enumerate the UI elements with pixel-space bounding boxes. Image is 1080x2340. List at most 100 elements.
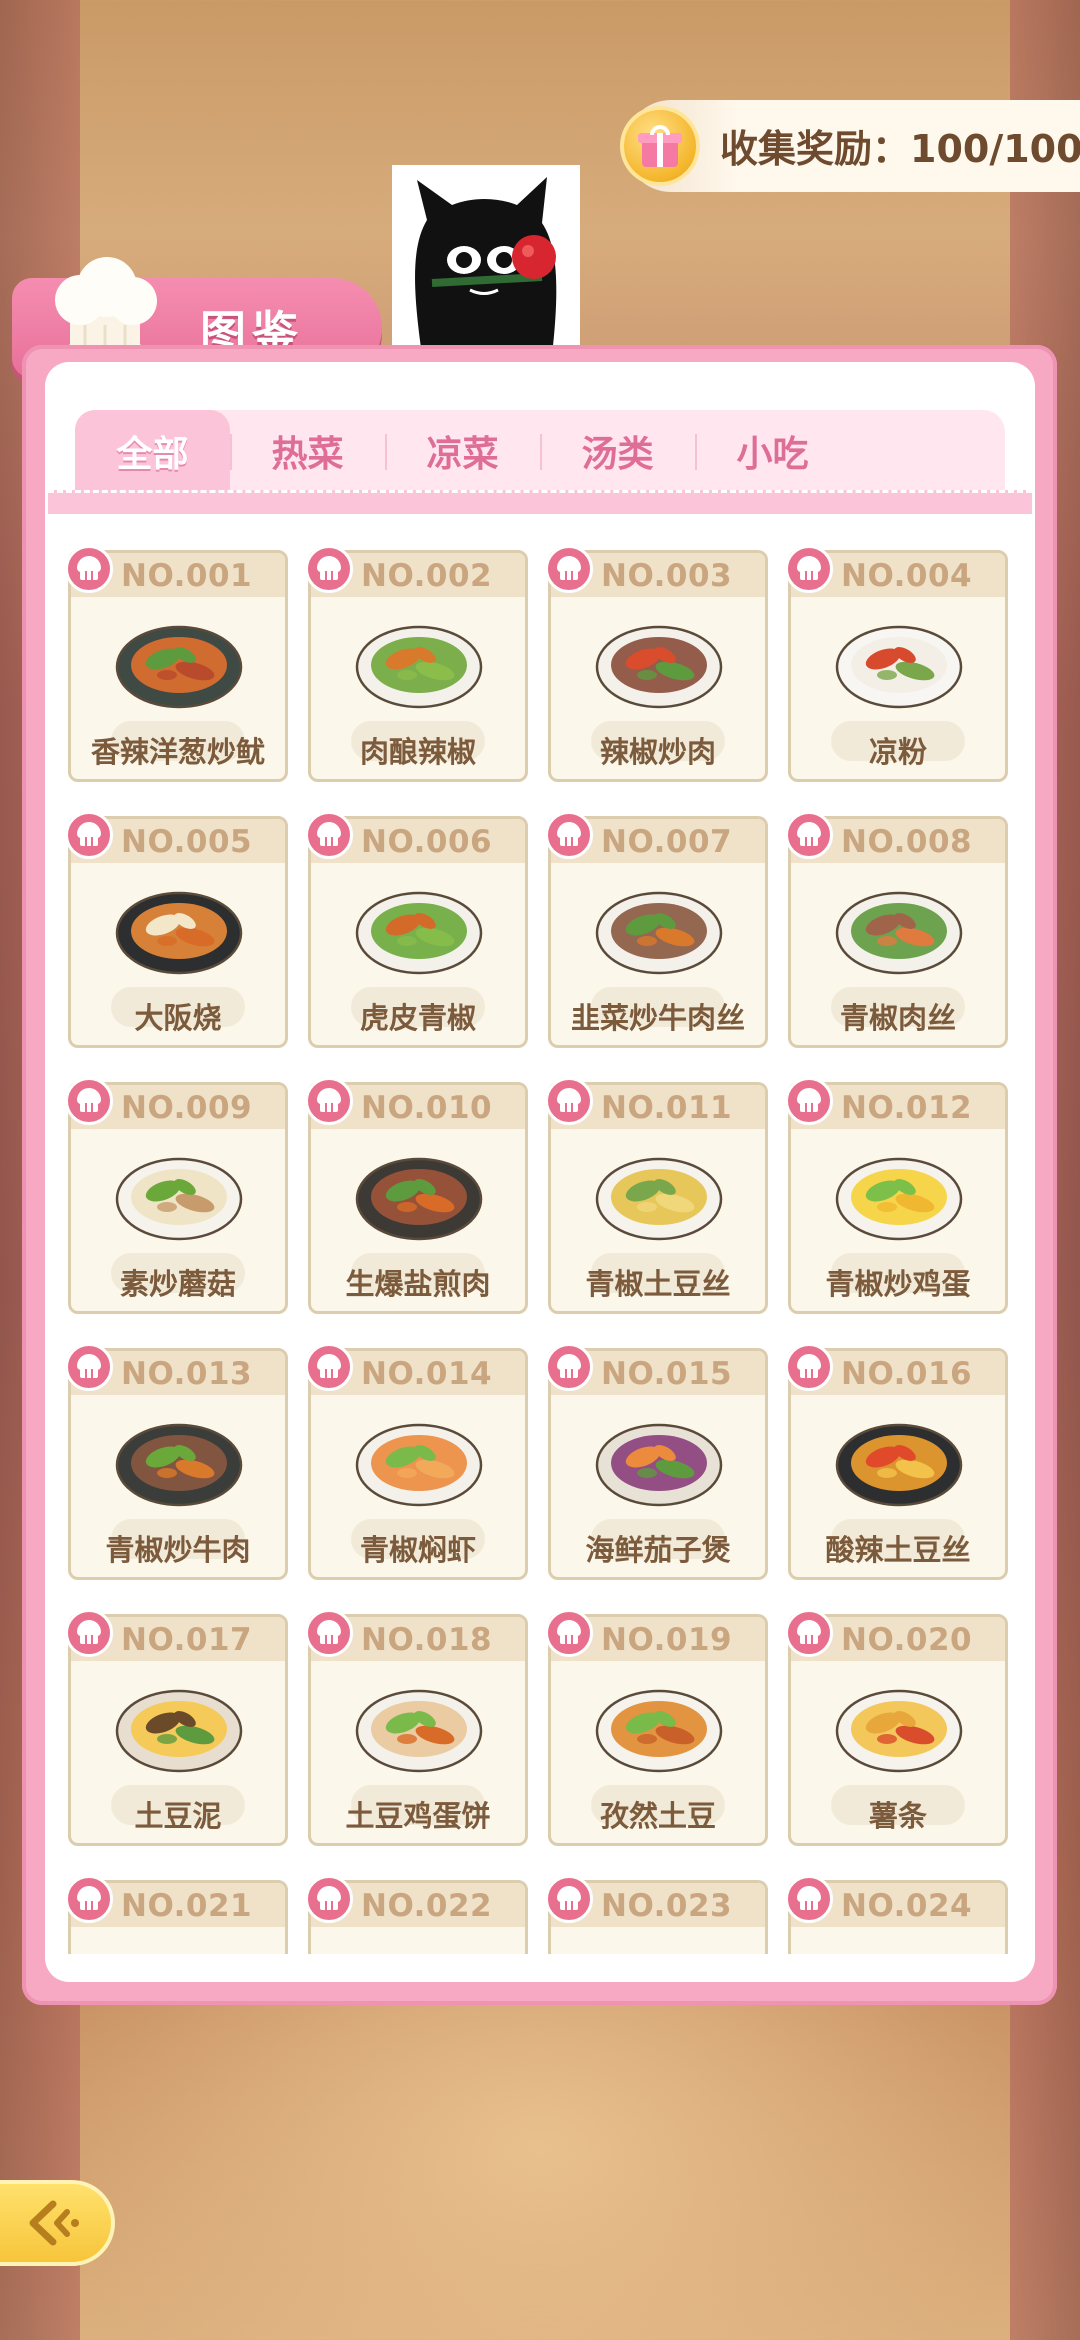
dish-number: NO.007: [601, 824, 733, 860]
dish-number: NO.009: [121, 1090, 253, 1126]
dish-number: NO.001: [121, 558, 253, 594]
chef-hat-badge-icon: [65, 1875, 113, 1923]
dish-name: 酸辣土豆丝: [825, 1533, 971, 1567]
chef-hat-badge-icon: [65, 1343, 113, 1391]
dish-card[interactable]: NO.007 韭菜炒牛肉丝: [545, 811, 768, 1048]
dish-number: NO.002: [361, 558, 493, 594]
dish-name: 土豆泥: [134, 1799, 222, 1833]
chef-hat-badge-icon: [545, 1609, 593, 1657]
dish-number: NO.006: [361, 824, 493, 860]
dish-number: NO.017: [121, 1622, 253, 1658]
dish-number: NO.018: [361, 1622, 493, 1658]
dish-number: NO.005: [121, 824, 253, 860]
chef-hat-badge-icon: [785, 1343, 833, 1391]
gift-icon[interactable]: [620, 106, 700, 186]
dish-card[interactable]: NO.011 青椒土豆丝: [545, 1077, 768, 1314]
dish-number: NO.015: [601, 1356, 733, 1392]
dish-card[interactable]: NO.010 生爆盐煎肉: [305, 1077, 528, 1314]
chef-hat-badge-icon: [545, 1077, 593, 1125]
dish-name: 虎皮青椒: [359, 1001, 476, 1035]
dish-card[interactable]: NO.009 素炒蘑菇: [65, 1077, 288, 1314]
dish-card[interactable]: NO.015 海鲜茄子煲: [545, 1343, 768, 1580]
dish-image: [115, 625, 243, 709]
dish-card[interactable]: NO.006 虎皮青椒: [305, 811, 528, 1048]
tab-soups[interactable]: 汤类: [540, 410, 695, 492]
tab-cold-dishes[interactable]: 凉菜: [385, 410, 540, 492]
dish-card[interactable]: NO.023: [545, 1875, 768, 1954]
tab-all[interactable]: 全部: [75, 410, 230, 492]
dish-grid: NO.001 香辣洋葱炒鱿 NO.002 肉酿辣椒 NO.003 辣椒炒肉 NO.004 凉粉…: [48, 514, 1032, 1954]
dish-name: 生爆盐煎肉: [345, 1267, 491, 1301]
dish-image: [115, 1423, 243, 1507]
dish-name: 凉粉: [868, 735, 927, 769]
category-tabs: 全部 热菜 凉菜 汤类 小吃: [75, 410, 1005, 492]
dish-image: [835, 1689, 963, 1773]
dish-number: NO.013: [121, 1356, 253, 1392]
chef-hat-badge-icon: [65, 1077, 113, 1125]
dish-image: [115, 1157, 243, 1241]
dish-card[interactable]: NO.004 凉粉: [785, 545, 1008, 782]
dish-image: [595, 891, 723, 975]
dish-name: 辣椒炒肉: [599, 735, 716, 769]
dish-name: 青椒焖虾: [359, 1533, 476, 1567]
dish-name: 大阪烧: [134, 1001, 222, 1035]
dish-image: [595, 625, 723, 709]
dish-card[interactable]: NO.008 青椒肉丝: [785, 811, 1008, 1048]
dish-card[interactable]: NO.014 青椒焖虾: [305, 1343, 528, 1580]
dish-card[interactable]: NO.012 青椒炒鸡蛋: [785, 1077, 1008, 1314]
dish-name: 薯条: [868, 1799, 927, 1833]
chef-hat-badge-icon: [545, 811, 593, 859]
chef-hat-badge-icon: [65, 1609, 113, 1657]
dish-card[interactable]: NO.002 肉酿辣椒: [305, 545, 528, 782]
dish-name: 土豆鸡蛋饼: [345, 1799, 491, 1833]
dish-name: 青椒炒鸡蛋: [825, 1267, 971, 1301]
tab-hot-dishes[interactable]: 热菜: [230, 410, 385, 492]
dish-card[interactable]: NO.018 土豆鸡蛋饼: [305, 1609, 528, 1846]
dish-name: 青椒炒牛肉: [105, 1533, 251, 1567]
dish-name: 韭菜炒牛肉丝: [570, 1001, 745, 1035]
dish-image: [355, 1423, 483, 1507]
dish-image: [355, 891, 483, 975]
chef-hat-badge-icon: [305, 811, 353, 859]
dish-image: [355, 1945, 483, 1954]
tab-snacks[interactable]: 小吃: [695, 410, 850, 492]
dish-image: [115, 1689, 243, 1773]
dish-name: 海鲜茄子煲: [585, 1533, 731, 1567]
dish-image: [835, 1423, 963, 1507]
dish-card[interactable]: NO.003 辣椒炒肉: [545, 545, 768, 782]
dish-name: 香辣洋葱炒鱿: [90, 735, 265, 769]
dish-card[interactable]: NO.005 大阪烧: [65, 811, 288, 1048]
dish-number: NO.012: [841, 1090, 973, 1126]
dish-card[interactable]: NO.001 香辣洋葱炒鱿: [65, 545, 288, 782]
chef-hat-badge-icon: [545, 1875, 593, 1923]
dish-name: 青椒肉丝: [839, 1001, 956, 1035]
dish-card[interactable]: NO.024: [785, 1875, 1008, 1954]
dish-card[interactable]: NO.021: [65, 1875, 288, 1954]
dish-number: NO.008: [841, 824, 973, 860]
dish-card[interactable]: NO.022: [305, 1875, 528, 1954]
dish-name: 素炒蘑菇: [119, 1267, 236, 1301]
dish-name: 孜然土豆: [599, 1799, 716, 1833]
dish-number: NO.024: [841, 1888, 973, 1924]
chef-hat-badge-icon: [305, 1875, 353, 1923]
chef-hat-badge-icon: [305, 1343, 353, 1391]
chef-hat-badge-icon: [65, 811, 113, 859]
dish-number: NO.014: [361, 1356, 493, 1392]
dish-card[interactable]: NO.019 孜然土豆: [545, 1609, 768, 1846]
dish-card[interactable]: NO.013 青椒炒牛肉: [65, 1343, 288, 1580]
dish-card[interactable]: NO.020 薯条: [785, 1609, 1008, 1846]
dish-image: [595, 1157, 723, 1241]
chef-hat-badge-icon: [305, 1609, 353, 1657]
dish-card[interactable]: NO.016 酸辣土豆丝: [785, 1343, 1008, 1580]
dish-number: NO.004: [841, 558, 973, 594]
dish-image: [115, 1945, 243, 1954]
back-button[interactable]: [0, 2180, 115, 2266]
dish-card[interactable]: NO.017 土豆泥: [65, 1609, 288, 1846]
back-arrow-icon: [29, 2200, 79, 2246]
dish-image: [835, 1157, 963, 1241]
dish-image: [355, 1157, 483, 1241]
dish-image: [355, 1689, 483, 1773]
dish-number: NO.010: [361, 1090, 493, 1126]
dish-name: 青椒土豆丝: [585, 1267, 731, 1301]
dish-number: NO.021: [121, 1888, 253, 1924]
